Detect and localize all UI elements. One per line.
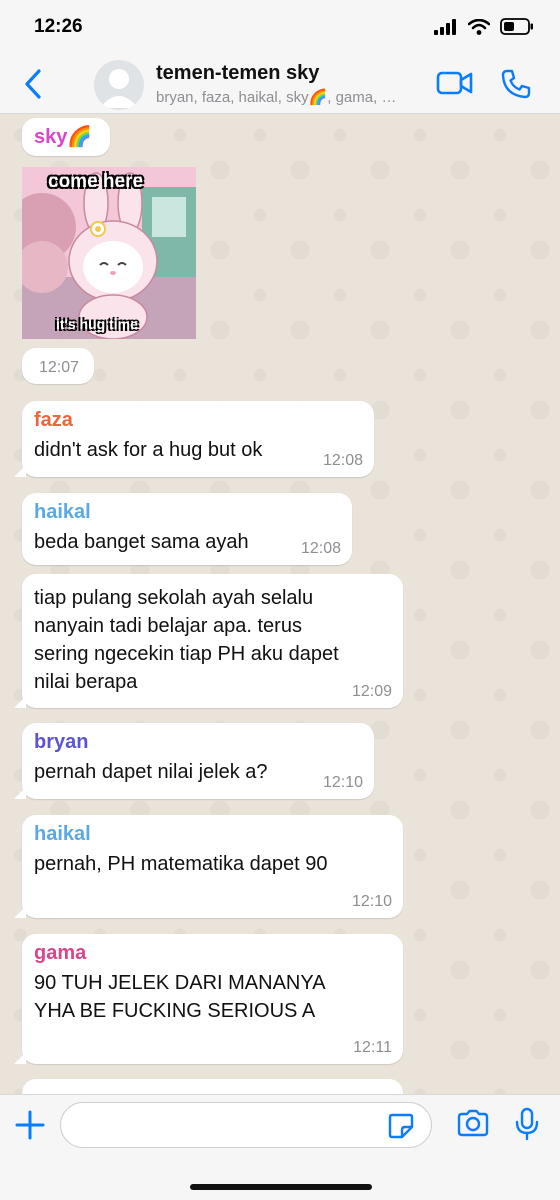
chevron-left-icon xyxy=(25,69,41,99)
bubble-tail xyxy=(14,1052,26,1064)
group-avatar[interactable] xyxy=(94,60,144,110)
attach-button[interactable] xyxy=(14,1109,46,1141)
message-line: sering ngecekin tiap PH aku dapet xyxy=(34,643,339,665)
group-title[interactable]: temen-temen sky xyxy=(156,62,319,85)
message-sender: gama xyxy=(34,942,87,964)
message-time: 12:09 xyxy=(351,683,392,700)
microphone-icon xyxy=(515,1107,539,1141)
message-bubble[interactable]: bryan pernah dapet nilai jelek a? 12:10 xyxy=(14,723,374,799)
video-call-icon xyxy=(436,71,473,95)
message-sender: faza xyxy=(34,409,73,431)
voice-call-button[interactable] xyxy=(500,68,532,105)
group-members[interactable]: bryan, faza, haikal, sky🌈, gama, … xyxy=(156,88,418,106)
message-time: 12:08 xyxy=(322,452,363,469)
message-time: 12:08 xyxy=(300,540,341,557)
message-bubble[interactable]: faza didn't ask for a hug but ok 12:08 xyxy=(14,401,374,477)
camera-button[interactable] xyxy=(456,1109,490,1142)
signal-icon xyxy=(434,18,456,35)
message-text: didn't ask for a hug but ok xyxy=(34,439,263,461)
sticker-caption-bottom: it's hug time xyxy=(56,316,138,332)
message-sender: haikal xyxy=(34,823,91,845)
message-line: nanyain tadi belajar apa. terus xyxy=(34,615,302,637)
sticker-caption-top: come here xyxy=(48,171,144,192)
video-call-button[interactable] xyxy=(436,70,474,101)
message-time: 12:11 xyxy=(353,1039,392,1056)
group-avatar-icon xyxy=(100,69,138,108)
message-time: 12:10 xyxy=(351,893,392,910)
message-bubble[interactable]: haikal pernah, PH matematika dapet 90 12… xyxy=(14,815,403,918)
bubble-tail xyxy=(14,465,26,477)
status-bar: 12:26 xyxy=(0,0,560,56)
message-text: beda banget sama ayah xyxy=(34,531,249,553)
message-time-chip: 12:07 xyxy=(22,348,94,384)
sticker-button[interactable] xyxy=(388,1113,414,1144)
sticker-icon xyxy=(388,1113,414,1139)
home-indicator xyxy=(190,1184,372,1190)
message-text: pernah dapet nilai jelek a? xyxy=(34,761,268,783)
bubble-tail xyxy=(14,906,26,918)
message-bubble[interactable]: haikal beda banget sama ayah 12:08 xyxy=(22,493,352,565)
message-bubble[interactable]: gama 90 TUH JELEK DARI MANANYA YHA BE FU… xyxy=(14,934,403,1064)
bubble-tail xyxy=(14,787,26,799)
status-time: 12:26 xyxy=(34,16,83,37)
message-bubble-partial[interactable] xyxy=(22,1079,403,1094)
wifi-icon xyxy=(468,18,490,35)
message-text: pernah, PH matematika dapet 90 xyxy=(34,853,328,875)
message-line: 90 TUH JELEK DARI MANANYA xyxy=(34,972,326,994)
message-sender: sky🌈 xyxy=(34,126,93,148)
chat-area[interactable]: sky🌈 come here it's hug time 12:07 faza … xyxy=(0,115,560,1094)
bubble-tail xyxy=(14,696,26,708)
camera-icon xyxy=(457,1109,489,1137)
chat-header: temen-temen sky bryan, faza, haikal, sky… xyxy=(0,56,560,114)
input-bar xyxy=(0,1094,560,1200)
message-line: tiap pulang sekolah ayah selalu xyxy=(34,587,314,609)
message-line: YHA BE FUCKING SERIOUS A xyxy=(34,1000,316,1022)
message-sender-chip: sky🌈 xyxy=(22,118,110,156)
message-bubble[interactable]: tiap pulang sekolah ayah selalu nanyain … xyxy=(14,574,403,708)
message-line: nilai berapa xyxy=(34,671,138,693)
message-time: 12:10 xyxy=(322,774,363,791)
battery-icon xyxy=(500,18,533,35)
message-input[interactable] xyxy=(60,1102,432,1148)
message-sender: bryan xyxy=(34,731,89,753)
phone-icon xyxy=(501,69,531,99)
sticker-image[interactable]: come here it's hug time xyxy=(22,167,196,339)
status-icons xyxy=(434,18,534,35)
microphone-button[interactable] xyxy=(514,1107,540,1146)
back-button[interactable] xyxy=(18,66,48,102)
plus-icon xyxy=(15,1110,45,1140)
message-time: 12:07 xyxy=(38,359,79,376)
message-sender: haikal xyxy=(34,501,91,523)
